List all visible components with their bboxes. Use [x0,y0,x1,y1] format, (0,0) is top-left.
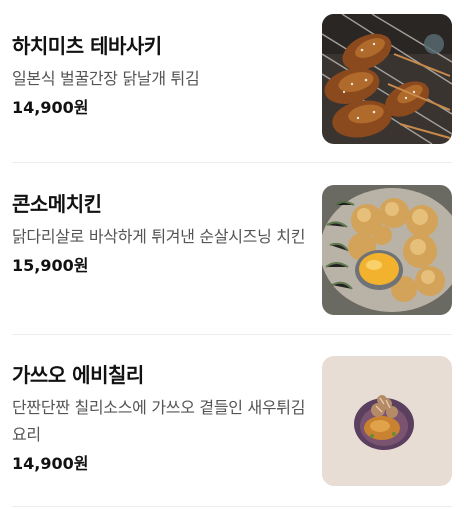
menu-item-name: 가쓰오 에비칠리 [12,363,144,387]
menu-item-price: 15,900원 [12,256,89,275]
menu-item[interactable]: 콘소메치킨 닭다리살로 바삭하게 튀겨낸 순살시즈닝 치킨 15,900원 [12,163,452,335]
menu-item-name: 하치미츠 테바사키 [12,34,162,58]
menu-item-description: 닭다리살로 바삭하게 튀겨낸 순살시즈닝 치킨 [12,227,306,246]
menu-item-price: 14,900원 [12,454,89,473]
menu-item-info: 가쓰오 에비칠리 단짠단짠 칠리소스에 가쓰오 곁들인 새우튀김요리 14,90… [12,361,308,476]
katsuo-ebi-chili-photo[interactable] [322,356,452,486]
menu-item-price: 14,900원 [12,98,89,117]
menu-item-description: 일본식 벌꿀간장 닭날개 튀김 [12,69,200,88]
menu-item-info: 콘소메치킨 닭다리살로 바삭하게 튀겨낸 순살시즈닝 치킨 15,900원 [12,190,308,278]
menu-item[interactable]: 하치미츠 테바사키 일본식 벌꿀간장 닭날개 튀김 14,900원 [12,0,452,163]
menu-item-description: 단짠단짠 칠리소스에 가쓰오 곁들인 새우튀김요리 [12,398,306,444]
menu-list: 하치미츠 테바사키 일본식 벌꿀간장 닭날개 튀김 14,900원 콘소메치킨 … [0,0,464,509]
menu-item[interactable]: 가쓰오 에비칠리 단짠단짠 칠리소스에 가쓰오 곁들인 새우튀김요리 14,90… [12,335,452,507]
consomme-chicken-photo[interactable] [322,185,452,315]
menu-item-info: 하치미츠 테바사키 일본식 벌꿀간장 닭날개 튀김 14,900원 [12,32,308,120]
menu-item-name: 콘소메치킨 [12,192,102,216]
fried-chicken-wings-photo[interactable] [322,14,452,144]
